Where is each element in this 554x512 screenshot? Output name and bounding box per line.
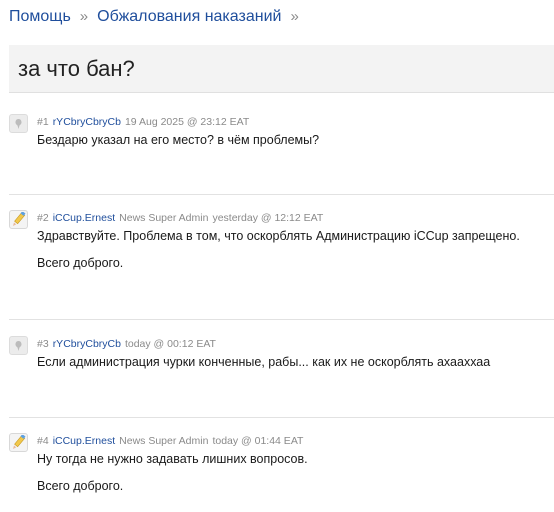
author-link[interactable]: rYCbryCbryCb [53,338,121,350]
author-link[interactable]: iCCup.Ernest [53,212,115,224]
breadcrumb-separator: » [79,8,89,25]
divider [9,194,554,195]
post-meta: #4 iCCup.Ernest News Super Admin today @ 01… [37,435,303,447]
author-link[interactable]: iCCup.Ernest [53,435,115,447]
post-number[interactable]: #3 [37,338,49,350]
admin-avatar[interactable] [9,433,28,452]
post-number[interactable]: #2 [37,212,49,224]
divider [9,417,554,418]
post-body: Ну тогда не нужно задавать лишних вопрос… [37,451,308,505]
admin-avatar[interactable] [9,210,28,229]
post-text: Если администрация чурки конченные, рабы… [37,355,491,369]
post-meta: #3 rYCbryCbryCb today @ 00:12 EAT [37,338,216,350]
user-avatar[interactable] [9,114,28,133]
breadcrumb-link-appeals[interactable]: Обжалования наказаний [97,8,281,25]
pin-icon [15,340,22,351]
post-body: Если администрация чурки конченные, рабы… [37,354,490,381]
post-body: Здравствуйте. Проблема в том, что оскорб… [37,228,520,282]
thread-title-bar: за что бан? [9,45,554,93]
post-date: 19 Aug 2025 @ 23:12 EAT [124,116,250,128]
post-meta: #2 iCCup.Ernest News Super Admin yesterday … [37,212,323,224]
divider [9,319,554,320]
page-title: за что бан? [18,56,135,81]
post-number[interactable]: #1 [37,116,49,128]
post-text: Здравствуйте. Проблема в том, что оскорб… [37,229,520,243]
user-role: News Super Admin [119,212,209,224]
pencil-icon [13,212,26,226]
post-number[interactable]: #4 [37,435,49,447]
post-date: yesterday @ 12:12 EAT [212,212,324,224]
post-date: today @ 00:12 EAT [124,338,216,350]
author-link[interactable]: rYCbryCbryCb [53,116,121,128]
post-body: Бездарю указал на его место? в чём пробл… [37,132,319,159]
post-text: Ну тогда не нужно задавать лишних вопрос… [37,452,308,466]
post-text: Всего доброго. [37,479,124,493]
pin-icon [15,118,22,129]
post-text: Всего доброго. [37,256,124,270]
breadcrumb-separator: » [290,8,299,25]
pencil-icon [13,435,26,449]
post-meta: #1 rYCbryCbryCb 19 Aug 2025 @ 23:12 EAT [37,116,249,128]
post-date: today @ 01:44 EAT [212,435,304,447]
breadcrumb: Помощь » Обжалования наказаний » [9,8,308,26]
post-text: Бездарю указал на его место? в чём пробл… [37,133,320,147]
breadcrumb-link-help[interactable]: Помощь [9,8,71,25]
user-avatar[interactable] [9,336,28,355]
user-role: News Super Admin [119,435,209,447]
